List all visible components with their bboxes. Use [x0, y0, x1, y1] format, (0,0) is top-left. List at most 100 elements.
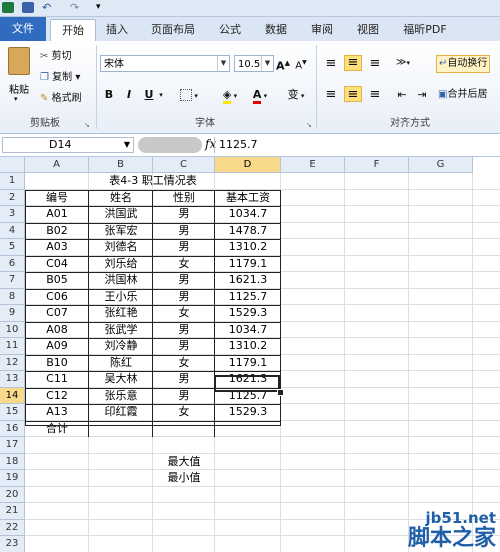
align-left-button[interactable]: ≡	[322, 87, 340, 103]
row-header-19[interactable]: 19	[0, 470, 25, 487]
table-cell[interactable]: 1310.2	[215, 239, 281, 255]
table-cell[interactable]: 吴大林	[89, 371, 153, 387]
table-cell[interactable]: 女	[153, 256, 215, 272]
table-cell[interactable]: 男	[153, 322, 215, 338]
column-title-cell[interactable]: 基本工资	[215, 190, 281, 206]
tab-formulas[interactable]: 公式	[210, 19, 250, 41]
table-cell[interactable]: 洪国武	[89, 206, 153, 222]
table-cell[interactable]: 1310.2	[215, 338, 281, 354]
table-cell[interactable]: 1529.3	[215, 305, 281, 321]
table-cell[interactable]: 女	[153, 355, 215, 371]
table-cell[interactable]: 1179.1	[215, 256, 281, 272]
decrease-indent-button[interactable]: ⇤	[394, 87, 410, 103]
row-header-7[interactable]: 7	[0, 272, 25, 289]
formula-bar-divider[interactable]	[138, 137, 202, 153]
column-header-f[interactable]: F	[345, 157, 409, 173]
cut-button[interactable]: ✂ 剪切	[40, 49, 72, 65]
underline-dropdown-icon[interactable]: ▾	[157, 87, 165, 103]
clipboard-launcher-icon[interactable]: ↘	[84, 121, 90, 129]
table-cell[interactable]: A03	[25, 239, 89, 255]
table-cell[interactable]: A01	[25, 206, 89, 222]
table-cell[interactable]: 1478.7	[215, 223, 281, 239]
table-cell[interactable]: 1034.7	[215, 206, 281, 222]
table-cell[interactable]: 男	[153, 206, 215, 222]
paste-button[interactable]: 粘贴 ▾	[4, 47, 34, 109]
table-cell[interactable]: C06	[25, 289, 89, 305]
redo-icon[interactable]: ↷	[70, 2, 82, 13]
table-cell[interactable]: 男	[153, 289, 215, 305]
row-header-8[interactable]: 8	[0, 288, 25, 305]
borders-button[interactable]: ▾	[178, 87, 200, 103]
table-title[interactable]: 表4-3 职工情况表	[25, 173, 281, 189]
table-cell[interactable]: 女	[153, 305, 215, 321]
row-header-15[interactable]: 15	[0, 404, 25, 421]
min-label-cell[interactable]: 最小值	[153, 470, 215, 486]
row-header-20[interactable]: 20	[0, 486, 25, 503]
phonetic-button[interactable]: 变 ▾	[284, 87, 308, 103]
active-cell-d14[interactable]	[214, 375, 280, 392]
row-header-10[interactable]: 10	[0, 321, 25, 338]
row-header-14[interactable]: 14	[0, 387, 25, 404]
table-cell[interactable]: 女	[153, 404, 215, 420]
table-cell[interactable]: 张乐意	[89, 388, 153, 404]
table-cell[interactable]: 男	[153, 223, 215, 239]
table-cell[interactable]: 男	[153, 388, 215, 404]
row-header-3[interactable]: 3	[0, 206, 25, 223]
formula-input[interactable]: 1125.7	[214, 137, 500, 153]
table-cell[interactable]: B10	[25, 355, 89, 371]
table-cell[interactable]: 印红霞	[89, 404, 153, 420]
copy-button[interactable]: ❐ 复制 ▾	[40, 70, 80, 86]
table-cell[interactable]: B02	[25, 223, 89, 239]
table-cell[interactable]: 陈红	[89, 355, 153, 371]
column-header-g[interactable]: G	[409, 157, 473, 173]
font-launcher-icon[interactable]: ↘	[306, 121, 312, 129]
table-cell[interactable]: 张武学	[89, 322, 153, 338]
table-cell[interactable]: 男	[153, 239, 215, 255]
table-cell[interactable]: 1621.3	[215, 272, 281, 288]
max-label-cell[interactable]: 最大值	[153, 454, 215, 470]
table-cell[interactable]: 男	[153, 371, 215, 387]
increase-indent-button[interactable]: ⇥	[414, 87, 430, 103]
tab-file[interactable]: 文件	[0, 17, 46, 41]
table-cell[interactable]: A09	[25, 338, 89, 354]
total-label-cell[interactable]: 合计	[25, 421, 89, 437]
wrap-text-button[interactable]: ↵自动换行	[436, 55, 491, 73]
column-header-b[interactable]: B	[89, 157, 153, 173]
row-header-1[interactable]: 1	[0, 173, 25, 190]
undo-icon[interactable]: ↶	[42, 2, 54, 13]
row-header-22[interactable]: 22	[0, 519, 25, 536]
column-header-d[interactable]: D	[215, 157, 281, 173]
font-color-button[interactable]: A ▾	[248, 87, 272, 104]
tab-page-layout[interactable]: 页面布局	[142, 19, 204, 41]
row-header-23[interactable]: 23	[0, 536, 25, 552]
bold-button[interactable]: B	[102, 87, 116, 103]
row-header-2[interactable]: 2	[0, 189, 25, 206]
worksheet-grid[interactable]: ABCDEFG 1 2 3 4 5 6 7 8 9 10 11 12 13 14 15 16 17 18 19 20 2…	[0, 157, 500, 552]
align-center-button[interactable]: ≡	[344, 86, 362, 102]
save-icon[interactable]	[22, 2, 34, 13]
row-header-4[interactable]: 4	[0, 222, 25, 239]
column-header-a[interactable]: A	[25, 157, 89, 173]
table-cell[interactable]: 刘德名	[89, 239, 153, 255]
table-cell[interactable]: A13	[25, 404, 89, 420]
table-cell[interactable]: 1034.7	[215, 322, 281, 338]
table-cell[interactable]: 洪国林	[89, 272, 153, 288]
merge-center-button[interactable]: ▣合并后居	[438, 87, 487, 103]
table-cell[interactable]: 男	[153, 272, 215, 288]
table-cell[interactable]: 王小乐	[89, 289, 153, 305]
column-title-cell[interactable]: 性别	[153, 190, 215, 206]
table-cell[interactable]: 刘冷静	[89, 338, 153, 354]
name-box[interactable]: D14 ▼	[2, 137, 134, 153]
tab-insert[interactable]: 插入	[98, 19, 136, 41]
row-header-9[interactable]: 9	[0, 305, 25, 322]
row-header-17[interactable]: 17	[0, 437, 25, 454]
tab-review[interactable]: 审阅	[302, 19, 342, 41]
table-cell[interactable]: C04	[25, 256, 89, 272]
table-cell[interactable]: A08	[25, 322, 89, 338]
row-header-13[interactable]: 13	[0, 371, 25, 388]
row-header-18[interactable]: 18	[0, 453, 25, 470]
align-top-button[interactable]: ≡	[322, 57, 340, 73]
table-cell[interactable]: C11	[25, 371, 89, 387]
table-cell[interactable]: C07	[25, 305, 89, 321]
row-header-16[interactable]: 16	[0, 420, 25, 437]
